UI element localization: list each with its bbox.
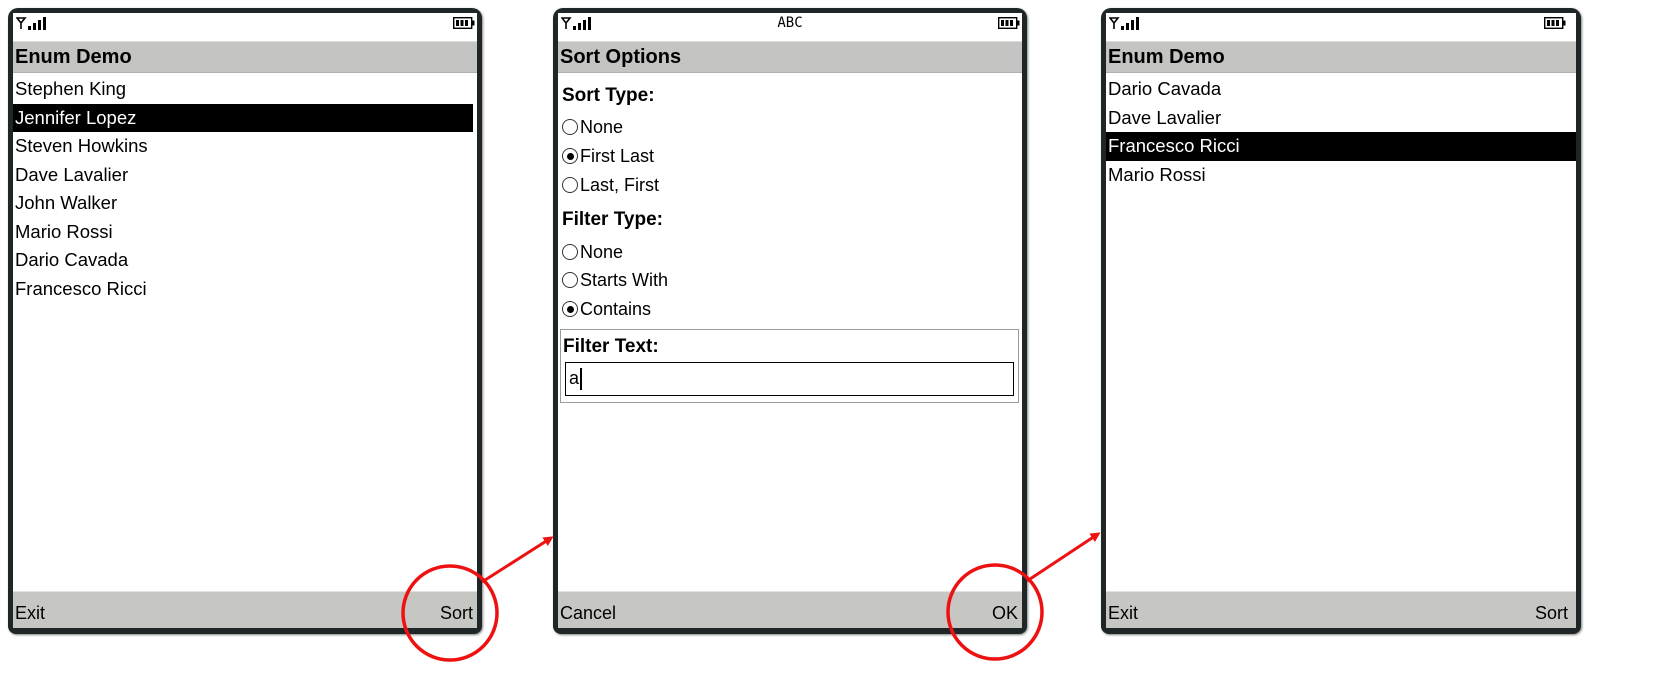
radio-label: None bbox=[580, 241, 624, 262]
screen-1: Enum Demo Stephen King Jennifer Lopez St… bbox=[13, 13, 477, 628]
radio-button-checked-icon[interactable] bbox=[562, 148, 578, 164]
arrow bbox=[481, 536, 554, 584]
ok-softkey[interactable]: OK bbox=[992, 603, 1018, 624]
radio-button-icon[interactable] bbox=[562, 272, 578, 288]
screen-2: ABC Sort Options Sort Type: None First L… bbox=[558, 13, 1022, 628]
radio-label: Starts With bbox=[580, 269, 669, 290]
status-bar bbox=[13, 13, 477, 33]
sort-option-first-last[interactable]: First Last bbox=[562, 143, 654, 169]
filter-type-label: Filter Type: bbox=[562, 209, 663, 230]
soft-key-bar: Exit Sort bbox=[13, 591, 477, 628]
list-item-selected[interactable]: Jennifer Lopez bbox=[13, 103, 473, 132]
list-item[interactable]: Stephen King bbox=[13, 75, 477, 104]
status-bar bbox=[1106, 13, 1576, 33]
filter-option-contains[interactable]: Contains bbox=[562, 296, 651, 322]
filter-option-none[interactable]: None bbox=[562, 239, 623, 265]
cancel-softkey[interactable]: Cancel bbox=[560, 603, 616, 624]
list-item[interactable]: John Walker bbox=[13, 189, 477, 218]
battery-icon bbox=[998, 17, 1020, 29]
arrow bbox=[1026, 532, 1101, 583]
status-bar: ABC bbox=[558, 13, 1022, 33]
sort-option-last-first[interactable]: Last, First bbox=[562, 172, 659, 198]
sort-option-none[interactable]: None bbox=[562, 114, 623, 140]
filter-option-starts-with[interactable]: Starts With bbox=[562, 267, 668, 293]
list-item[interactable]: Mario Rossi bbox=[13, 218, 477, 247]
list-item[interactable]: Francesco Ricci bbox=[13, 275, 477, 304]
radio-label: Last, First bbox=[580, 174, 660, 195]
signal-strength-icon bbox=[16, 17, 46, 30]
radio-label: None bbox=[580, 116, 624, 137]
battery-icon bbox=[453, 17, 475, 29]
radio-button-icon[interactable] bbox=[562, 119, 578, 135]
exit-softkey[interactable]: Exit bbox=[15, 603, 45, 624]
list-item[interactable]: Dario Cavada bbox=[1106, 75, 1576, 104]
sort-softkey[interactable]: Sort bbox=[1535, 603, 1568, 624]
screen-title: Enum Demo bbox=[13, 41, 477, 73]
sort-softkey[interactable]: Sort bbox=[440, 603, 473, 624]
filter-text-group: Filter Text: a bbox=[560, 329, 1019, 403]
contact-list[interactable]: Dario Cavada Dave Lavalier Francesco Ric… bbox=[1106, 75, 1576, 189]
phone-screen-3: Enum Demo Dario Cavada Dave Lavalier Fra… bbox=[1101, 8, 1581, 634]
radio-label: First Last bbox=[580, 145, 655, 166]
filter-text-input[interactable]: a bbox=[565, 362, 1014, 396]
sort-type-label: Sort Type: bbox=[562, 85, 655, 106]
phone-screen-1: Enum Demo Stephen King Jennifer Lopez St… bbox=[8, 8, 482, 634]
radio-button-checked-icon[interactable] bbox=[562, 301, 578, 317]
filter-text-label: Filter Text: bbox=[563, 336, 659, 357]
radio-button-icon[interactable] bbox=[562, 244, 578, 260]
list-item[interactable]: Dave Lavalier bbox=[13, 161, 477, 190]
list-item[interactable]: Dario Cavada bbox=[13, 246, 477, 275]
stage: Enum Demo Stephen King Jennifer Lopez St… bbox=[0, 0, 1655, 697]
contact-list[interactable]: Stephen King Jennifer Lopez Steven Howki… bbox=[13, 75, 477, 303]
screen-title: Sort Options bbox=[558, 41, 1022, 73]
filter-text-value: a bbox=[569, 368, 580, 388]
list-item[interactable]: Dave Lavalier bbox=[1106, 104, 1576, 133]
soft-key-bar: Cancel OK bbox=[558, 591, 1022, 628]
signal-strength-icon bbox=[1109, 17, 1139, 30]
list-item[interactable]: Mario Rossi bbox=[1106, 161, 1576, 190]
battery-icon bbox=[1544, 17, 1566, 29]
screen-3: Enum Demo Dario Cavada Dave Lavalier Fra… bbox=[1106, 13, 1576, 628]
exit-softkey[interactable]: Exit bbox=[1108, 603, 1138, 624]
screen-title: Enum Demo bbox=[1106, 41, 1576, 73]
phone-screen-2: ABC Sort Options Sort Type: None First L… bbox=[553, 8, 1027, 634]
input-mode-indicator: ABC bbox=[777, 15, 803, 31]
radio-button-icon[interactable] bbox=[562, 177, 578, 193]
list-item[interactable]: Steven Howkins bbox=[13, 132, 477, 161]
list-item-selected[interactable]: Francesco Ricci bbox=[1106, 132, 1576, 161]
soft-key-bar: Exit Sort bbox=[1106, 591, 1576, 628]
text-caret bbox=[580, 368, 582, 391]
radio-label: Contains bbox=[580, 298, 652, 319]
